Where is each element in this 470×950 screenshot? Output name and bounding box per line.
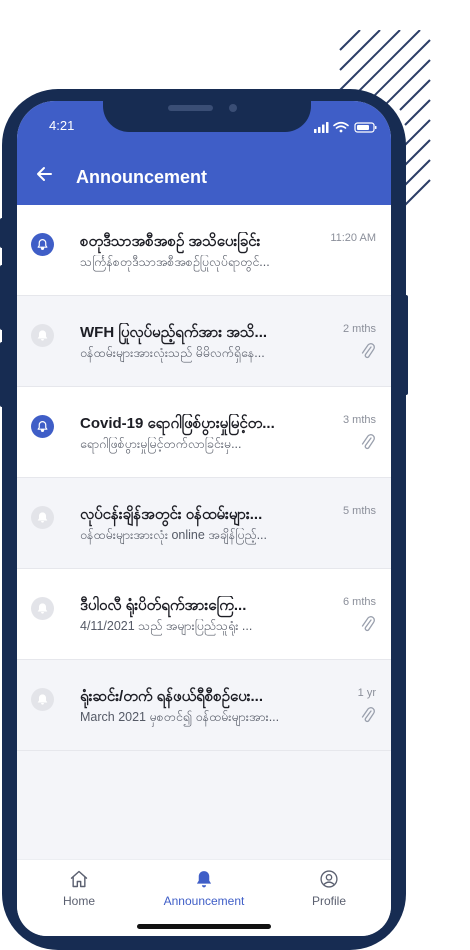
announcement-title: ဒီပါဝလီ ရုံးပိတ်ရက်အားကြေ... [80,597,247,614]
tab-home[interactable]: Home [24,868,134,908]
back-arrow-icon[interactable] [35,165,53,183]
bell-icon [196,871,212,888]
bell-icon [31,324,54,347]
announcement-title: Covid-19 ရောဂါဖြစ်ပွားမှုမြင့်တ... [80,415,275,432]
tab-home-label: Home [62,894,95,908]
speaker-grille [168,105,213,111]
bell-icon [31,233,54,256]
paperclip-icon [361,707,375,723]
announcement-list: စတုဒီသာအစီအစဉ် အသိပေးခြင်း သင်္ကြန်စတုဒီ… [17,205,391,751]
announcement-item[interactable]: ဒီပါဝလီ ရုံးပိတ်ရက်အားကြေ... 4/11/2021 သ… [17,569,391,660]
announcement-preview: March 2021 မှစတင်၍ ဝန်ထမ်းများအား... [80,710,280,724]
tab-announcement-label: Announcement [163,894,245,908]
paperclip-icon [361,434,375,450]
announcement-item[interactable]: လုပ်ငန်းချိန်အတွင်း ဝန်ထမ်းများ... ဝန်ထမ… [17,478,391,569]
tab-profile[interactable]: Profile [274,868,384,908]
tab-announcement[interactable]: Announcement [149,868,259,908]
announcement-item[interactable]: ရုံးဆင်း/တက် ရန်ဖယ်ရီစီစဉ်ပေး... March 2… [17,660,391,751]
announcement-preview: ဝန်ထမ်းများအားလုံးသည် မိမိလက်ရှိနေ... [80,346,265,360]
front-camera [229,104,237,112]
home-icon [70,870,88,888]
announcement-time: 1 yr [357,687,376,699]
bell-icon [31,688,54,711]
bell-icon [31,597,54,620]
announcement-title: WFH ပြုလုပ်မည့်ရက်အား အသိ... [80,324,268,341]
paperclip-icon [361,616,375,632]
phone-notch [103,101,311,132]
app-header: 4:21 Announcement [17,101,391,205]
status-icons [314,121,377,133]
announcement-preview: သင်္ကြန်စတုဒီသာအစီအစဉ်ပြုလုပ်ရာတွင်... [80,255,270,269]
bell-icon [31,415,54,438]
announcement-time: 6 mths [342,596,376,608]
tab-profile-label: Profile [311,894,346,908]
announcement-item[interactable]: စတုဒီသာအစီအစဉ် အသိပေးခြင်း သင်္ကြန်စတုဒီ… [17,205,391,296]
announcement-time: 5 mths [342,505,376,517]
announcement-time: 3 mths [342,414,376,426]
profile-icon [320,870,338,888]
announcement-preview: 4/11/2021 သည် အများပြည်သူရုံး ... [80,619,253,633]
announcement-preview: ရောဂါဖြစ်ပွားမှုမြင့်တက်လာခြင်းမှ... [80,437,242,451]
announcement-item[interactable]: Covid-19 ရောဂါဖြစ်ပွားမှုမြင့်တ... ရောဂါ… [17,387,391,478]
announcement-preview: ဝန်ထမ်းများအားလုံး online အချိန်ပြည့်... [80,528,267,542]
page-title: Announcement [76,167,208,187]
home-indicator [137,924,271,929]
announcement-title: စတုဒီသာအစီအစဉ် အသိပေးခြင်း [80,233,261,250]
announcement-time: 2 mths [342,323,376,335]
announcement-title: ရုံးဆင်း/တက် ရန်ဖယ်ရီစီစဉ်ပေး... [80,688,263,705]
announcement-title: လုပ်ငန်းချိန်အတွင်း ဝန်ထမ်းများ... [80,506,263,523]
status-time: 4:21 [49,118,75,133]
announcement-time: 11:20 AM [330,232,376,244]
paperclip-icon [361,343,375,359]
bell-icon [31,506,54,529]
announcement-item[interactable]: WFH ပြုလုပ်မည့်ရက်အား အသိ... ဝန်ထမ်းများ… [17,296,391,387]
app-screen: 4:21 Announcement စတုဒီသာအစီအစဉ် အသိပေးခ… [17,101,391,936]
